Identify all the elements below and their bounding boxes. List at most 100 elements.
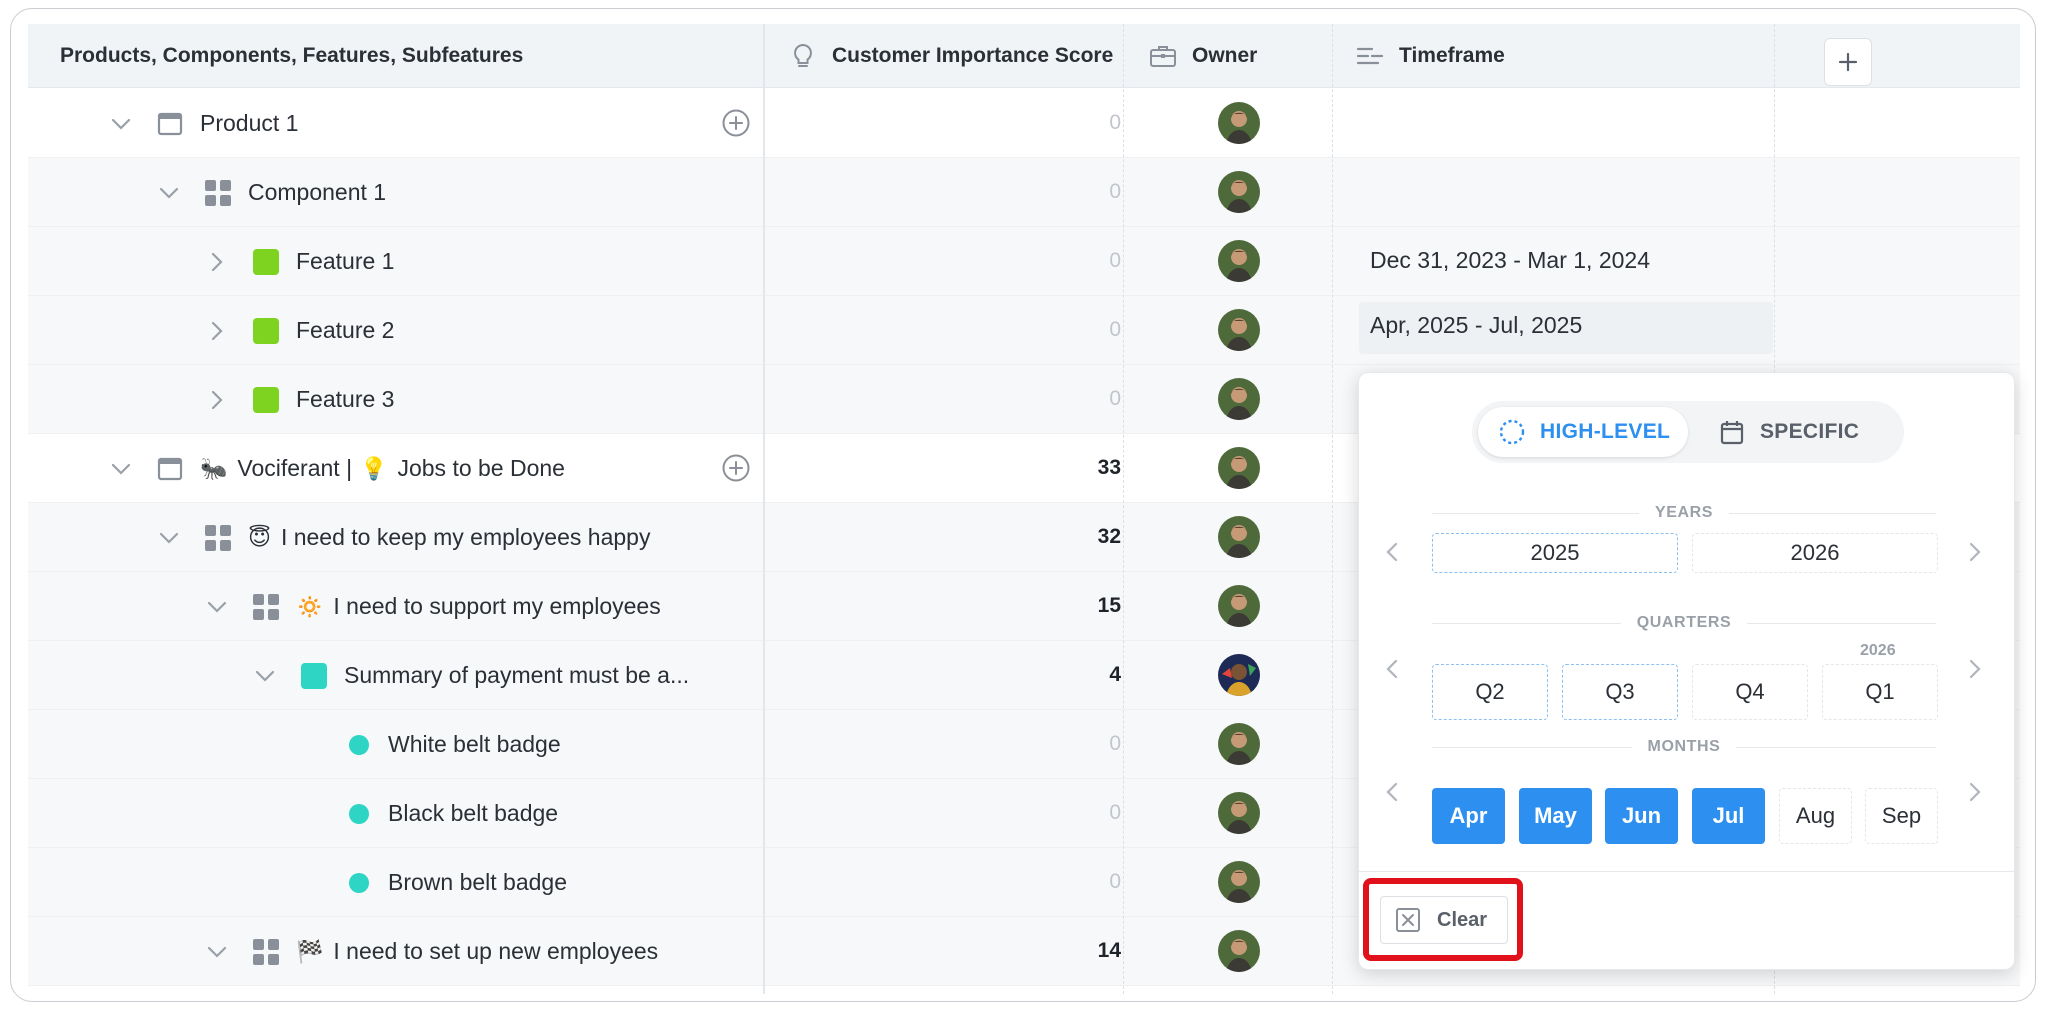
score-value: 32 [1097, 525, 1121, 548]
avatar[interactable] [1218, 861, 1260, 903]
header-owner[interactable]: Owner [1148, 24, 1257, 88]
month-apr[interactable]: Apr [1432, 788, 1505, 844]
feature-icon [252, 317, 280, 345]
avatar[interactable] [1218, 171, 1260, 213]
tab-high-level-label: HIGH-LEVEL [1540, 420, 1671, 443]
table-row[interactable]: Product 1 0 [28, 89, 2020, 158]
avatar[interactable] [1218, 378, 1260, 420]
avatar[interactable] [1218, 930, 1260, 972]
row-name: Feature 1 [296, 248, 395, 274]
timeframe-cell-active[interactable]: Apr, 2025 - Jul, 2025 [1359, 302, 1773, 354]
row-name: Brown belt badge [388, 869, 568, 895]
quarter-q1[interactable]: Q1 [1822, 664, 1938, 720]
header-score[interactable]: Customer Importance Score [788, 24, 1113, 88]
row-name: I need to support my employees [333, 593, 661, 619]
months-label: MONTHS [1432, 737, 1936, 757]
year-2026[interactable]: 2026 [1692, 533, 1938, 573]
avatar[interactable] [1218, 309, 1260, 351]
avatar[interactable] [1218, 102, 1260, 144]
months-prev-icon[interactable] [1379, 779, 1405, 805]
checkered-flag-emoji: 🏁 [296, 938, 324, 964]
header-name-label: Products, Components, Features, Subfeatu… [60, 44, 524, 67]
row-name: I need to set up new employees [333, 938, 659, 964]
month-jul[interactable]: Jul [1692, 788, 1765, 844]
month-may[interactable]: May [1519, 788, 1592, 844]
avatar[interactable] [1218, 447, 1260, 489]
dashed-circle-icon [1498, 418, 1526, 446]
score-value: 0 [1109, 870, 1121, 893]
score-value: 4 [1109, 663, 1121, 686]
table-header: Products, Components, Features, Subfeatu… [28, 24, 2020, 88]
quarter-q3[interactable]: Q3 [1562, 664, 1678, 720]
years-next-icon[interactable] [1962, 539, 1988, 565]
chevron-right-icon[interactable] [204, 387, 230, 413]
popup-footer-divider [1359, 871, 2016, 872]
subfeature-dot-icon [348, 800, 370, 828]
column-divider [763, 24, 765, 994]
months-next-icon[interactable] [1962, 779, 1988, 805]
chevron-right-icon[interactable] [204, 318, 230, 344]
score-value: 0 [1109, 180, 1121, 203]
feature-icon [300, 662, 328, 690]
mode-toggle: HIGH-LEVEL SPECIFIC [1472, 401, 1904, 463]
avatar[interactable] [1218, 240, 1260, 282]
sun-emoji: 🔅 [296, 593, 324, 619]
avatar[interactable] [1218, 516, 1260, 558]
table-row[interactable]: Component 1 0 [28, 158, 2020, 227]
quarters-next-icon[interactable] [1962, 656, 1988, 682]
chevron-down-icon[interactable] [252, 663, 278, 689]
row-name: Feature 3 [296, 386, 395, 412]
chevron-right-icon[interactable] [204, 249, 230, 275]
quarter-q4[interactable]: Q4 [1692, 664, 1808, 720]
quarter-q2[interactable]: Q2 [1432, 664, 1548, 720]
row-name: Component 1 [248, 179, 387, 205]
tab-specific[interactable]: SPECIFIC [1704, 407, 1894, 457]
row-name: Product 1 [200, 110, 299, 136]
header-name[interactable]: Products, Components, Features, Subfeatu… [60, 24, 523, 88]
component-icon [204, 524, 232, 552]
product-icon [156, 110, 184, 138]
row-name-secondary: Jobs to be Done [397, 455, 565, 481]
add-child-icon[interactable] [721, 453, 751, 483]
score-value: 0 [1109, 387, 1121, 410]
tab-specific-label: SPECIFIC [1760, 420, 1860, 443]
header-timeframe-label: Timeframe [1399, 44, 1505, 67]
chevron-down-icon[interactable] [156, 180, 182, 206]
header-score-label: Customer Importance Score [832, 44, 1114, 67]
add-child-icon[interactable] [721, 108, 751, 138]
chevron-down-icon[interactable] [156, 525, 182, 551]
row-name: Summary of payment must be a... [344, 662, 690, 688]
years-prev-icon[interactable] [1379, 539, 1405, 565]
score-value: 0 [1109, 111, 1121, 134]
column-divider [1332, 24, 1333, 994]
avatar[interactable] [1218, 654, 1260, 696]
year-2025[interactable]: 2025 [1432, 533, 1678, 573]
feature-icon [252, 386, 280, 414]
row-name: I need to keep my employees happy [280, 524, 651, 550]
tab-high-level[interactable]: HIGH-LEVEL [1478, 407, 1688, 457]
component-icon [204, 179, 232, 207]
chevron-down-icon[interactable] [108, 111, 134, 137]
score-value: 15 [1097, 594, 1121, 617]
avatar[interactable] [1218, 585, 1260, 627]
score-value: 0 [1109, 249, 1121, 272]
row-name: Black belt badge [388, 800, 559, 826]
avatar[interactable] [1218, 792, 1260, 834]
add-column-button[interactable] [1824, 38, 1872, 86]
quarter-year-tag: 2026 [1860, 642, 1896, 659]
header-timeframe[interactable]: Timeframe [1355, 24, 1505, 88]
annotation-highlight [1363, 878, 1523, 961]
quarters-label: QUARTERS [1432, 613, 1936, 633]
chevron-down-icon[interactable] [108, 456, 134, 482]
month-aug[interactable]: Aug [1779, 788, 1852, 844]
timeframe-value[interactable]: Dec 31, 2023 - Mar 1, 2024 [1370, 247, 1650, 274]
avatar[interactable] [1218, 723, 1260, 765]
years-label: YEARS [1432, 503, 1936, 523]
chevron-down-icon[interactable] [204, 594, 230, 620]
chevron-down-icon[interactable] [204, 939, 230, 965]
month-jun[interactable]: Jun [1605, 788, 1678, 844]
table-row[interactable]: Feature 1 0 Dec 31, 2023 - Mar 1, 2024 [28, 227, 2020, 296]
quarters-prev-icon[interactable] [1379, 656, 1405, 682]
month-sep[interactable]: Sep [1865, 788, 1938, 844]
lightbulb-icon [788, 41, 818, 71]
